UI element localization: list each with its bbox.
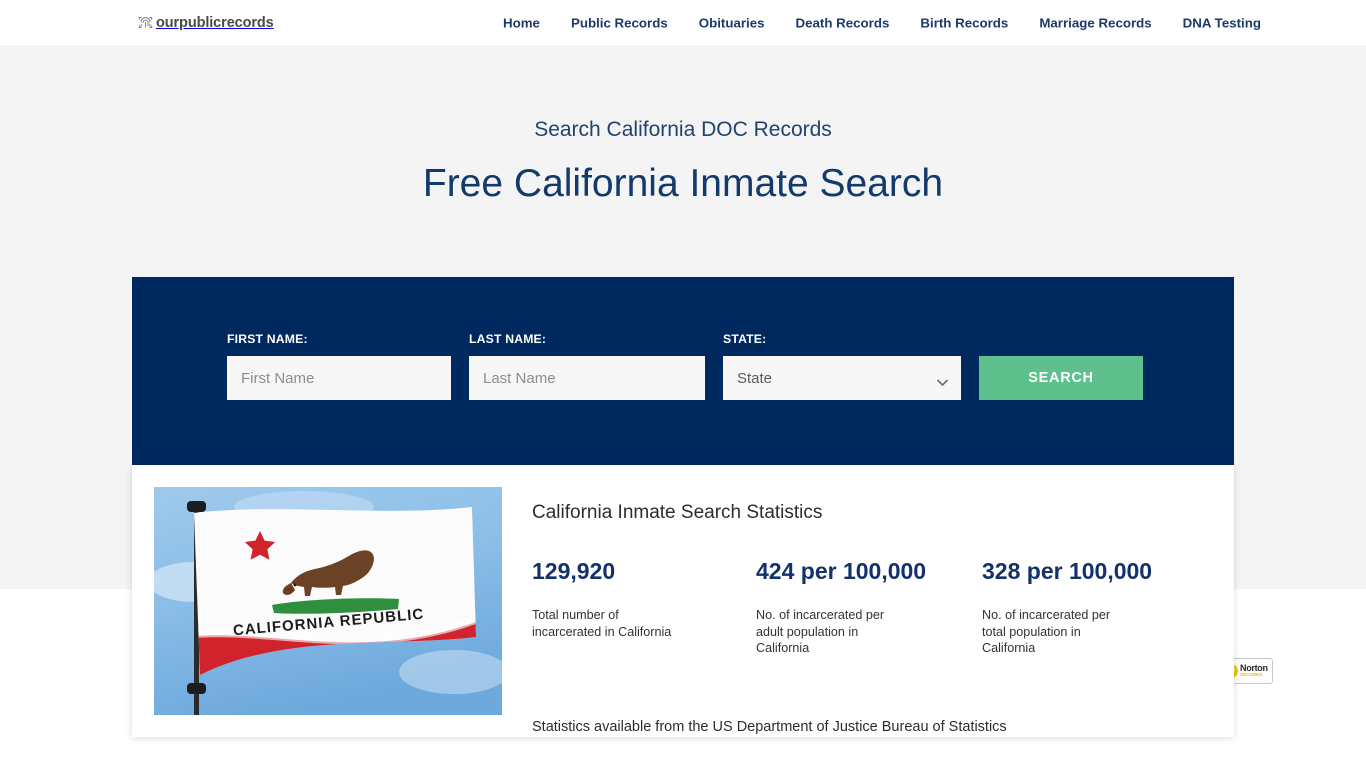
stat-description: No. of incarcerated per total population… bbox=[982, 608, 1111, 656]
stat-description: No. of incarcerated per adult population… bbox=[756, 608, 885, 656]
nav-item-death-records[interactable]: Death Records bbox=[796, 15, 890, 30]
main-navigation: Home Public Records Obituaries Death Rec… bbox=[503, 15, 1261, 30]
nav-item-marriage-records[interactable]: Marriage Records bbox=[1039, 15, 1151, 30]
nav-item-home[interactable]: Home bbox=[503, 15, 540, 30]
nav-item-birth-records[interactable]: Birth Records bbox=[920, 15, 1008, 30]
norton-badge-text: Norton SECURED bbox=[1240, 664, 1268, 677]
stat-value: 424 per 100,000 bbox=[756, 558, 927, 584]
search-button[interactable]: SEARCH bbox=[979, 356, 1143, 400]
last-name-field-group: LAST NAME: bbox=[469, 332, 705, 400]
flag-illustration: CALIFORNIA REPUBLIC bbox=[154, 487, 502, 715]
brand-name: ourpublicrecords bbox=[156, 14, 274, 31]
nav-item-public-records[interactable]: Public Records bbox=[571, 15, 668, 30]
california-flag-image: CALIFORNIA REPUBLIC bbox=[154, 487, 502, 715]
statistics-heading: California Inmate Search Statistics bbox=[532, 502, 823, 523]
stat-value: 328 per 100,000 bbox=[982, 558, 1153, 584]
statistics-card: CALIFORNIA REPUBLIC California Inmate Se… bbox=[132, 465, 1234, 737]
stat-value: 129,920 bbox=[532, 558, 616, 584]
site-header: ourpublicrecords Home Public Records Obi… bbox=[0, 0, 1366, 45]
brand-logo[interactable]: ourpublicrecords bbox=[138, 15, 274, 31]
statistics-grid: 129,920 Total number of incarcerated in … bbox=[532, 558, 1212, 657]
norton-badge-sub: SECURED bbox=[1240, 672, 1263, 678]
state-label: STATE: bbox=[723, 332, 767, 346]
first-name-input[interactable] bbox=[227, 356, 451, 400]
search-form: FIRST NAME: LAST NAME: STATE: State bbox=[132, 277, 1234, 400]
state-field-group: STATE: State bbox=[723, 332, 961, 400]
stat-description: Total number of incarcerated in Californ… bbox=[532, 608, 672, 639]
hero-eyebrow: Search California DOC Records bbox=[534, 118, 832, 141]
state-select[interactable]: State bbox=[723, 356, 961, 400]
last-name-label: LAST NAME: bbox=[469, 332, 547, 346]
page-title: Free California Inmate Search bbox=[422, 162, 944, 206]
nav-item-dna-testing[interactable]: DNA Testing bbox=[1183, 15, 1261, 30]
nav-item-obituaries[interactable]: Obituaries bbox=[699, 15, 765, 30]
state-select-wrapper: State bbox=[723, 356, 961, 400]
stat-per-total-population: 328 per 100,000 No. of incarcerated per … bbox=[982, 558, 1208, 657]
first-name-field-group: FIRST NAME: bbox=[227, 332, 451, 400]
statistics-body: California Inmate Search Statistics 129,… bbox=[502, 487, 1212, 735]
statistics-source: Statistics available from the US Departm… bbox=[532, 719, 1007, 736]
first-name-label: FIRST NAME: bbox=[227, 332, 308, 346]
stat-per-adult-population: 424 per 100,000 No. of incarcerated per … bbox=[756, 558, 982, 657]
stat-total-incarcerated: 129,920 Total number of incarcerated in … bbox=[532, 558, 756, 657]
fingerprint-icon bbox=[138, 15, 153, 30]
search-panel: FIRST NAME: LAST NAME: STATE: State bbox=[132, 277, 1273, 684]
last-name-input[interactable] bbox=[469, 356, 705, 400]
